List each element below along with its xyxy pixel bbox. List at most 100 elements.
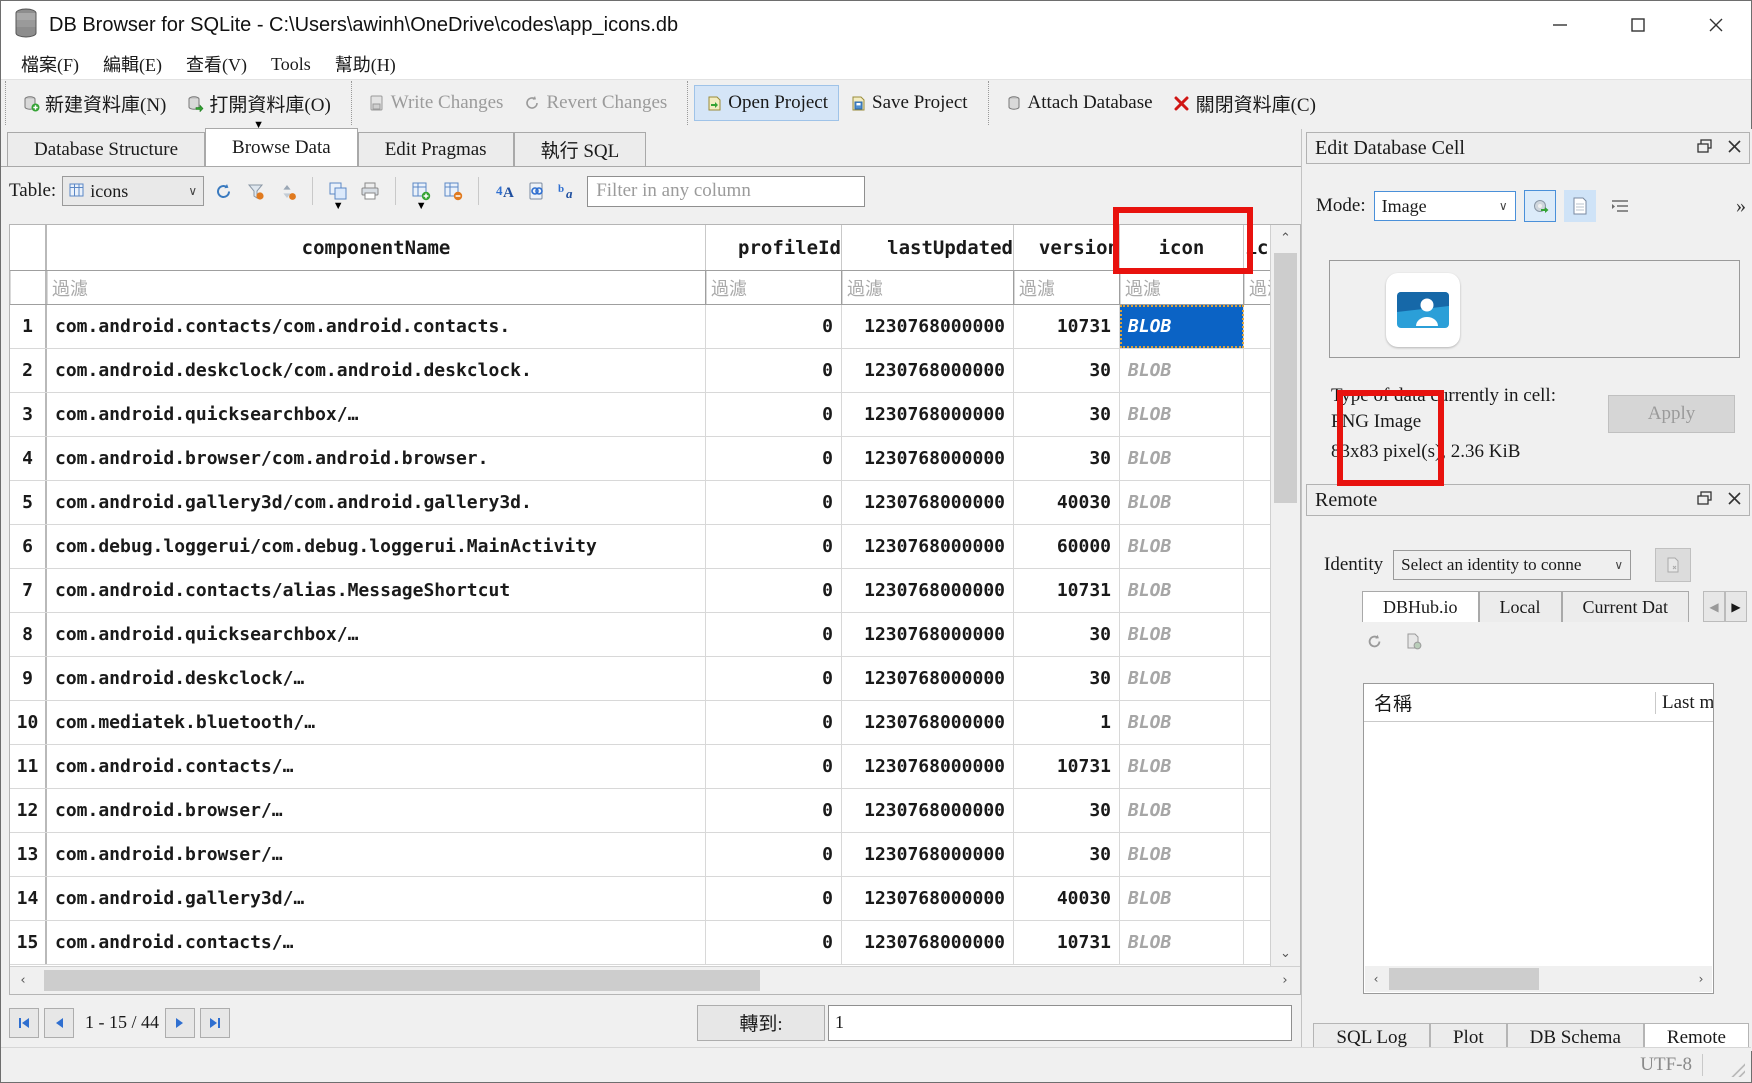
tab-database-structure[interactable]: Database Structure <box>7 132 205 166</box>
scroll-up-arrow-icon[interactable]: ⌃ <box>1271 225 1300 251</box>
cell-profileId[interactable]: 0 <box>706 833 842 876</box>
cell-componentName[interactable]: com.android.gallery3d/… <box>47 877 706 920</box>
filter-input-partial[interactable]: 過濾 <box>1244 271 1270 304</box>
goto-record-input[interactable]: 1 <box>828 1005 1292 1041</box>
cell-profileId[interactable]: 0 <box>706 393 842 436</box>
resize-grip[interactable] <box>1731 1063 1745 1077</box>
cell-version[interactable]: 10731 <box>1014 745 1120 788</box>
remote-list-scrollbar-thumb[interactable] <box>1389 968 1539 990</box>
row-number-cell[interactable]: 11 <box>10 745 47 788</box>
font-button[interactable]: 4A <box>491 176 517 206</box>
cell-profileId[interactable]: 0 <box>706 657 842 700</box>
cell-version[interactable]: 1 <box>1014 701 1120 744</box>
tab-local[interactable]: Local <box>1479 591 1562 622</box>
maximize-button[interactable] <box>1625 12 1651 38</box>
cell-lastUpdated[interactable]: 1230768000000 <box>842 921 1014 964</box>
filter-any-column-input[interactable]: Filter in any column <box>587 176 865 207</box>
horizontal-scrollbar[interactable]: ‹ › <box>10 966 1300 994</box>
close-button[interactable] <box>1703 12 1729 38</box>
cell-version[interactable]: 30 <box>1014 613 1120 656</box>
remote-refresh-icon[interactable] <box>1366 633 1383 655</box>
remote-list-column-name[interactable]: 名稱 <box>1364 689 1655 716</box>
filter-input-componentName[interactable]: 過濾 <box>47 271 706 304</box>
cell-componentName[interactable]: com.android.contacts/com.android.contact… <box>47 305 706 348</box>
minimize-button[interactable] <box>1547 12 1573 38</box>
encoding-indicator[interactable]: UTF-8 <box>1640 1054 1703 1076</box>
sort-button[interactable] <box>274 176 300 206</box>
cell-icon-blob[interactable]: BLOB <box>1120 481 1244 524</box>
close-panel-icon[interactable] <box>1728 139 1741 157</box>
cell-componentName[interactable]: com.android.quicksearchbox/… <box>47 393 706 436</box>
cell-icon-blob[interactable]: BLOB <box>1120 613 1244 656</box>
cell-componentName[interactable]: com.android.gallery3d/com.android.galler… <box>47 481 706 524</box>
menu-file[interactable]: 檔案(F) <box>11 49 89 79</box>
row-number-cell[interactable]: 8 <box>10 613 47 656</box>
identity-select[interactable]: Select an identity to conne ∨ <box>1393 550 1631 580</box>
vertical-scrollbar-thumb[interactable] <box>1274 253 1297 503</box>
next-page-button[interactable] <box>165 1008 195 1038</box>
row-number-cell[interactable]: 2 <box>10 349 47 392</box>
cell-version[interactable]: 60000 <box>1014 525 1120 568</box>
cell-icon-blob[interactable]: BLOB <box>1120 569 1244 612</box>
close-panel-icon[interactable] <box>1728 491 1741 509</box>
filter-button[interactable] <box>242 176 268 206</box>
menu-edit[interactable]: 編輯(E) <box>93 49 172 79</box>
row-number-cell[interactable]: 12 <box>10 789 47 832</box>
cell-icon-blob[interactable]: BLOB <box>1120 393 1244 436</box>
first-page-button[interactable] <box>9 1008 39 1038</box>
cell-version[interactable]: 30 <box>1014 657 1120 700</box>
cell-lastUpdated[interactable]: 1230768000000 <box>842 349 1014 392</box>
cell-componentName[interactable]: com.android.deskclock/com.android.deskcl… <box>47 349 706 392</box>
last-page-button[interactable] <box>200 1008 230 1038</box>
cell-lastUpdated[interactable]: 1230768000000 <box>842 305 1014 348</box>
cell-lastUpdated[interactable]: 1230768000000 <box>842 833 1014 876</box>
mode-select[interactable]: Image ∨ <box>1374 191 1516 221</box>
float-panel-icon[interactable] <box>1697 139 1712 157</box>
cell-icon-blob[interactable]: BLOB <box>1120 789 1244 832</box>
apply-button[interactable]: Apply <box>1608 395 1735 433</box>
float-panel-icon[interactable] <box>1697 491 1712 509</box>
column-header-version[interactable]: version <box>1014 225 1120 270</box>
previous-page-button[interactable] <box>44 1008 74 1038</box>
cell-componentName[interactable]: com.android.contacts/… <box>47 745 706 788</box>
cell-componentName[interactable]: com.android.contacts/alias.MessageShortc… <box>47 569 706 612</box>
revert-changes-button[interactable]: Revert Changes <box>513 86 677 120</box>
scroll-down-arrow-icon[interactable]: ⌄ <box>1271 940 1300 966</box>
delete-record-button[interactable] <box>440 176 466 206</box>
row-number-cell[interactable]: 13 <box>10 833 47 876</box>
tab-scroll-right-icon[interactable]: ▶ <box>1725 591 1747 622</box>
cell-icon-blob[interactable]: BLOB <box>1120 437 1244 480</box>
cell-lastUpdated[interactable]: 1230768000000 <box>842 481 1014 524</box>
cell-profileId[interactable]: 0 <box>706 349 842 392</box>
cell-version[interactable]: 30 <box>1014 349 1120 392</box>
cell-version[interactable]: 10731 <box>1014 305 1120 348</box>
row-number-cell[interactable]: 14 <box>10 877 47 920</box>
word-wrap-button[interactable] <box>1604 190 1636 222</box>
copy-record-dropdown-caret[interactable]: ▼ <box>333 200 344 212</box>
cell-lastUpdated[interactable]: 1230768000000 <box>842 745 1014 788</box>
tab-current-database[interactable]: Current Dat <box>1562 591 1689 622</box>
tab-execute-sql[interactable]: 執行 SQL <box>514 132 647 166</box>
cell-icon-blob[interactable]: BLOB <box>1120 833 1244 876</box>
remote-list-horizontal-scrollbar[interactable]: ‹ › <box>1365 966 1712 992</box>
text-mode-button[interactable] <box>1564 190 1596 222</box>
cell-icon-blob[interactable]: BLOB <box>1120 657 1244 700</box>
cell-version[interactable]: 30 <box>1014 437 1120 480</box>
cell-icon-blob[interactable]: BLOB <box>1120 305 1244 348</box>
cell-componentName[interactable]: com.android.contacts/… <box>47 921 706 964</box>
cell-version[interactable]: 30 <box>1014 393 1120 436</box>
column-header-componentName[interactable]: componentName <box>47 225 706 270</box>
attach-database-button[interactable]: Attach Database <box>995 86 1163 120</box>
refresh-button[interactable] <box>210 176 236 206</box>
cell-componentName[interactable]: com.android.deskclock/… <box>47 657 706 700</box>
import-data-button[interactable] <box>1524 190 1556 222</box>
goto-button[interactable]: 轉到: <box>697 1005 825 1041</box>
cell-profileId[interactable]: 0 <box>706 745 842 788</box>
import-certificate-button[interactable] <box>1655 548 1691 582</box>
row-number-cell[interactable]: 1 <box>10 305 47 348</box>
cell-icon-blob[interactable]: BLOB <box>1120 877 1244 920</box>
toggle-format-button[interactable]: ba <box>555 176 581 206</box>
cell-profileId[interactable]: 0 <box>706 877 842 920</box>
scroll-left-arrow-icon[interactable]: ‹ <box>10 967 36 994</box>
row-number-cell[interactable]: 5 <box>10 481 47 524</box>
